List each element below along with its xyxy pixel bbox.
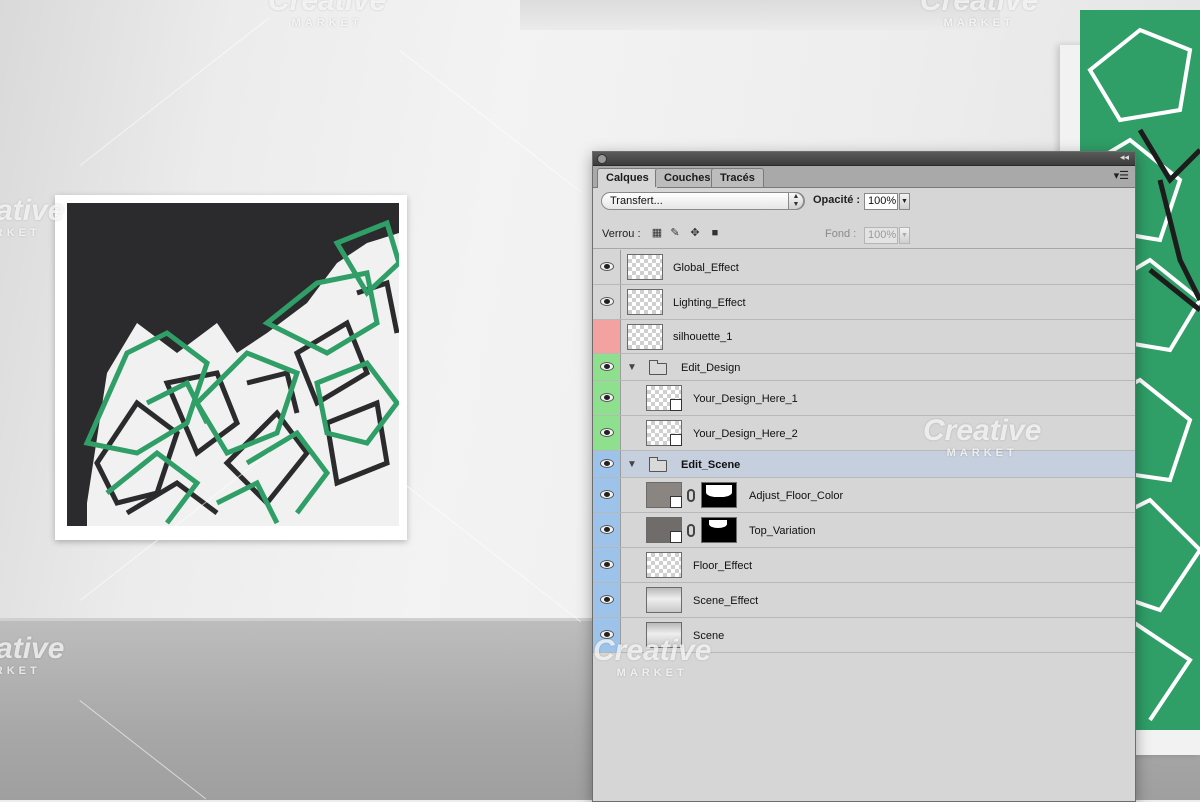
fill-field[interactable]: 100% <box>864 227 898 244</box>
collapse-panel-icon[interactable]: ◂◂ <box>1120 152 1129 163</box>
lock-pixels-icon[interactable]: ✎ <box>669 227 681 239</box>
visibility-cell[interactable] <box>593 548 621 582</box>
layer-name: Floor_Effect <box>693 560 753 572</box>
layer-name: Adjust_Floor_Color <box>749 490 844 502</box>
watermark: CreativeMARKET <box>920 0 1039 29</box>
layer-thumbnail <box>646 420 682 446</box>
watermark: CreativeMARKET <box>923 414 1042 459</box>
smart-object-icon <box>670 496 682 508</box>
fill-label: Fond : <box>825 228 857 240</box>
eye-icon[interactable] <box>600 393 614 402</box>
blend-opacity-row: Transfert... ▲ ▼ Opacité : 100% ▼ <box>593 189 1135 215</box>
layer-name: Lighting_Effect <box>673 297 746 309</box>
eye-icon[interactable] <box>600 595 614 604</box>
watermark: CreativeMARKET <box>593 634 712 679</box>
layer-row[interactable]: Your_Design_Here_1 <box>593 381 1135 416</box>
visibility-cell[interactable] <box>593 451 621 477</box>
opacity-field[interactable]: 100% <box>864 193 898 210</box>
layer-row[interactable]: Global_Effect <box>593 250 1135 285</box>
layers-panel: ◂◂ Calques Couches Tracés ▾☰ Transfert..… <box>592 151 1136 802</box>
layer-row[interactable]: Top_Variation <box>593 513 1135 548</box>
fill-dropdown-icon[interactable]: ▼ <box>899 227 910 244</box>
framed-artwork-left <box>55 195 407 540</box>
eye-icon[interactable] <box>600 490 614 499</box>
blend-mode-select[interactable]: Transfert... ▲ ▼ <box>601 192 805 210</box>
folder-icon <box>649 457 667 472</box>
layer-name: silhouette_1 <box>673 331 733 343</box>
smart-object-icon <box>670 399 682 411</box>
eye-icon[interactable] <box>600 262 614 271</box>
smart-object-icon <box>670 434 682 446</box>
layer-row[interactable]: Your_Design_Here_2 <box>593 416 1135 451</box>
disclosure-triangle-icon[interactable]: ▼ <box>627 459 637 470</box>
disclosure-triangle-icon[interactable]: ▼ <box>627 362 637 373</box>
visibility-cell[interactable] <box>593 416 621 450</box>
visibility-cell[interactable] <box>593 513 621 547</box>
eye-icon[interactable] <box>600 297 614 306</box>
layer-mask-thumbnail[interactable] <box>701 482 737 508</box>
eye-icon[interactable] <box>600 362 614 371</box>
eye-icon[interactable] <box>600 459 614 468</box>
tab-traces[interactable]: Tracés <box>711 168 764 187</box>
layer-row[interactable]: Adjust_Floor_Color <box>593 478 1135 513</box>
tab-couches[interactable]: Couches <box>655 168 720 187</box>
eye-icon[interactable] <box>600 428 614 437</box>
visibility-cell[interactable] <box>593 354 621 380</box>
artwork-canvas-left <box>67 203 399 526</box>
visibility-cell[interactable] <box>593 320 621 353</box>
close-icon[interactable] <box>597 154 607 164</box>
layer-name: Scene_Effect <box>693 595 759 607</box>
layer-thumbnail <box>627 324 663 350</box>
chain-link-icon[interactable] <box>687 489 695 502</box>
layer-thumbnail <box>627 254 663 280</box>
layer-thumbnail <box>627 289 663 315</box>
geometric-design-art <box>83 219 399 526</box>
lock-all-icon[interactable]: ■ <box>709 227 721 239</box>
layer-name: Top_Variation <box>749 525 816 537</box>
panel-titlebar[interactable]: ◂◂ <box>593 152 1135 166</box>
layer-thumbnail <box>646 482 682 508</box>
folder-icon <box>649 360 667 375</box>
layer-group-row[interactable]: ▼ Edit_Design <box>593 354 1135 381</box>
watermark: CreativeMARKET <box>0 194 65 239</box>
panel-menu-icon[interactable]: ▾☰ <box>1114 169 1129 182</box>
layer-group-row[interactable]: ▼ Edit_Scene <box>593 451 1135 478</box>
lock-position-icon[interactable]: ✥ <box>689 227 701 239</box>
blend-mode-value: Transfert... <box>610 195 663 207</box>
layer-name: Your_Design_Here_1 <box>693 393 798 405</box>
visibility-cell[interactable] <box>593 478 621 512</box>
opacity-label: Opacité : <box>813 194 861 206</box>
layer-name: Edit_Design <box>681 362 741 374</box>
layer-thumbnail <box>646 587 682 613</box>
opacity-dropdown-icon[interactable]: ▼ <box>899 193 910 210</box>
eye-icon[interactable] <box>600 560 614 569</box>
layer-row[interactable]: Scene_Effect <box>593 583 1135 618</box>
layer-mask-thumbnail[interactable] <box>701 517 737 543</box>
visibility-cell[interactable] <box>593 381 621 415</box>
layer-thumbnail <box>646 385 682 411</box>
lock-label: Verrou : <box>602 228 641 240</box>
layer-thumbnail <box>646 552 682 578</box>
visibility-cell[interactable] <box>593 583 621 617</box>
eye-icon[interactable] <box>600 525 614 534</box>
lock-transparency-icon[interactable]: ▦ <box>651 227 663 239</box>
watermark: CreativeMARKET <box>268 0 387 29</box>
layer-row[interactable]: Lighting_Effect <box>593 285 1135 320</box>
watermark: CreativeMARKET <box>0 632 65 677</box>
lock-fill-row: Verrou : ▦ ✎ ✥ ■ Fond : 100% ▼ <box>593 222 1135 249</box>
chain-link-icon[interactable] <box>687 524 695 537</box>
layer-row[interactable]: Floor_Effect <box>593 548 1135 583</box>
visibility-cell[interactable] <box>593 285 621 319</box>
smart-object-icon <box>670 531 682 543</box>
tab-calques[interactable]: Calques <box>597 168 658 188</box>
layer-row[interactable]: silhouette_1 <box>593 320 1135 354</box>
panel-tab-bar: Calques Couches Tracés ▾☰ <box>593 166 1135 188</box>
layer-name: Edit_Scene <box>681 459 741 471</box>
layer-thumbnail <box>646 517 682 543</box>
blend-mode-stepper-icon[interactable]: ▲ ▼ <box>788 192 804 210</box>
layer-name: Your_Design_Here_2 <box>693 428 798 440</box>
visibility-cell[interactable] <box>593 250 621 284</box>
layer-name: Global_Effect <box>673 262 739 274</box>
